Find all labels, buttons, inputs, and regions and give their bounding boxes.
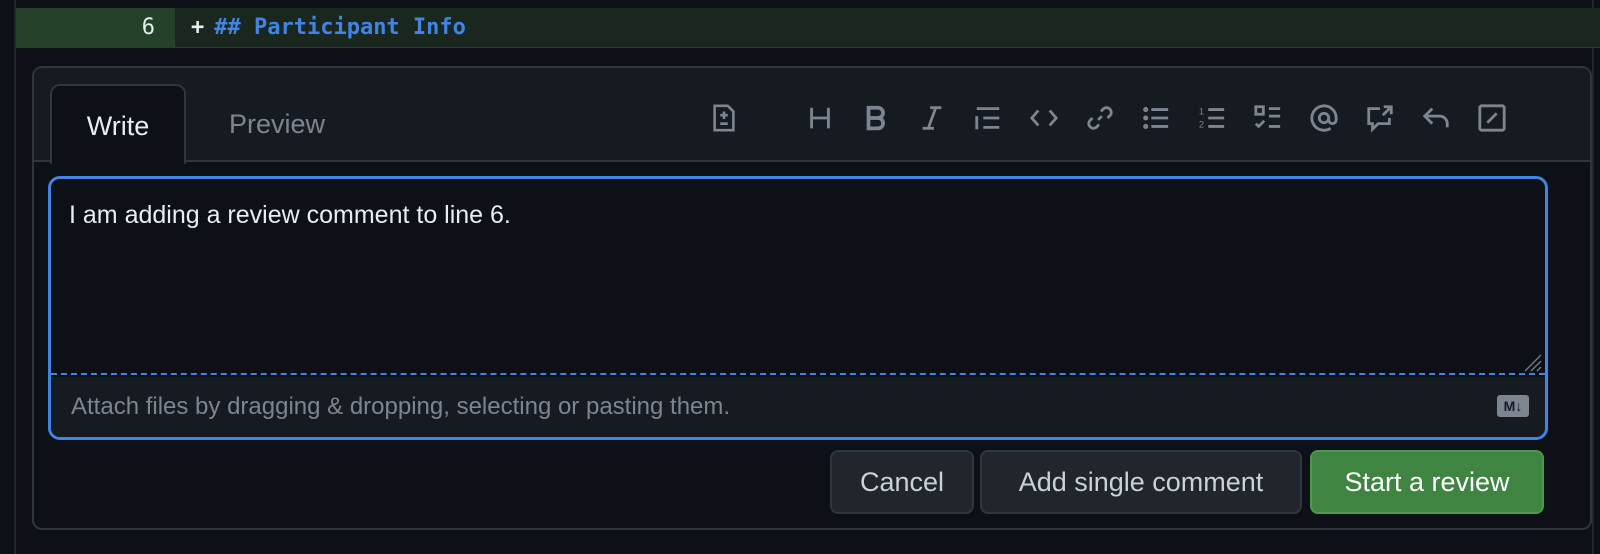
svg-text:2: 2	[1199, 119, 1204, 129]
added-marker: +	[191, 15, 205, 40]
code-button[interactable]	[1024, 96, 1064, 140]
list-unordered-icon	[1143, 107, 1169, 129]
right-rail	[1592, 0, 1594, 554]
mention-button[interactable]	[1304, 96, 1344, 140]
code-icon	[1029, 109, 1059, 127]
bold-button[interactable]	[856, 96, 896, 140]
add-single-comment-button[interactable]: Add single comment	[980, 450, 1302, 514]
attach-hint: Attach files by dragging & dropping, sel…	[71, 393, 731, 420]
slash-icon	[1478, 104, 1506, 132]
reply-icon	[1422, 107, 1449, 128]
slash-commands-button[interactable]	[1472, 96, 1512, 140]
cancel-button[interactable]: Cancel	[830, 450, 974, 514]
line-number[interactable]: 6	[16, 8, 175, 47]
review-comment-form: Write Preview 1 2 I am adding a review c…	[32, 66, 1592, 530]
add-suggestion-button[interactable]	[704, 96, 744, 140]
resize-handle-icon[interactable]	[1519, 349, 1543, 373]
comment-editor: I am adding a review comment to line 6. …	[48, 176, 1548, 440]
attach-files-area[interactable]: Attach files by dragging & dropping, sel…	[51, 377, 1545, 437]
quote-icon	[975, 107, 1000, 130]
list-ordered-icon: 12	[1199, 106, 1225, 129]
comment-textarea[interactable]: I am adding a review comment to line 6.	[51, 179, 1545, 375]
link-icon	[1087, 106, 1113, 130]
editor-header: Write Preview 1 2	[34, 68, 1590, 164]
code-text: ## Participant Info	[214, 15, 466, 40]
cross-reference-icon	[1367, 105, 1393, 133]
italic-icon	[922, 106, 942, 130]
ordered-list-button[interactable]: 12	[1192, 96, 1232, 140]
left-rail	[14, 0, 16, 554]
svg-text:1: 1	[1199, 106, 1204, 116]
heading-icon	[810, 107, 830, 129]
markdown-icon[interactable]: M↓	[1497, 395, 1529, 417]
tasklist-icon	[1254, 105, 1281, 129]
bold-icon	[866, 105, 885, 131]
unordered-list-button[interactable]	[1136, 96, 1176, 140]
diff-line: 6 + ## Participant Info	[16, 8, 1600, 48]
heading-button[interactable]	[800, 96, 840, 140]
tab-write[interactable]: Write	[50, 84, 186, 164]
tab-preview[interactable]: Preview	[202, 84, 352, 162]
task-list-button[interactable]	[1248, 96, 1288, 140]
link-button[interactable]	[1080, 96, 1120, 140]
cross-reference-button[interactable]	[1360, 96, 1400, 140]
quote-button[interactable]	[968, 96, 1008, 140]
start-review-button[interactable]: Start a review	[1310, 450, 1544, 514]
mention-icon	[1310, 104, 1338, 132]
saved-replies-button[interactable]	[1416, 96, 1456, 140]
italic-button[interactable]	[912, 96, 952, 140]
diff-code: + ## Participant Info	[175, 8, 1600, 47]
file-diff-icon	[713, 104, 735, 132]
